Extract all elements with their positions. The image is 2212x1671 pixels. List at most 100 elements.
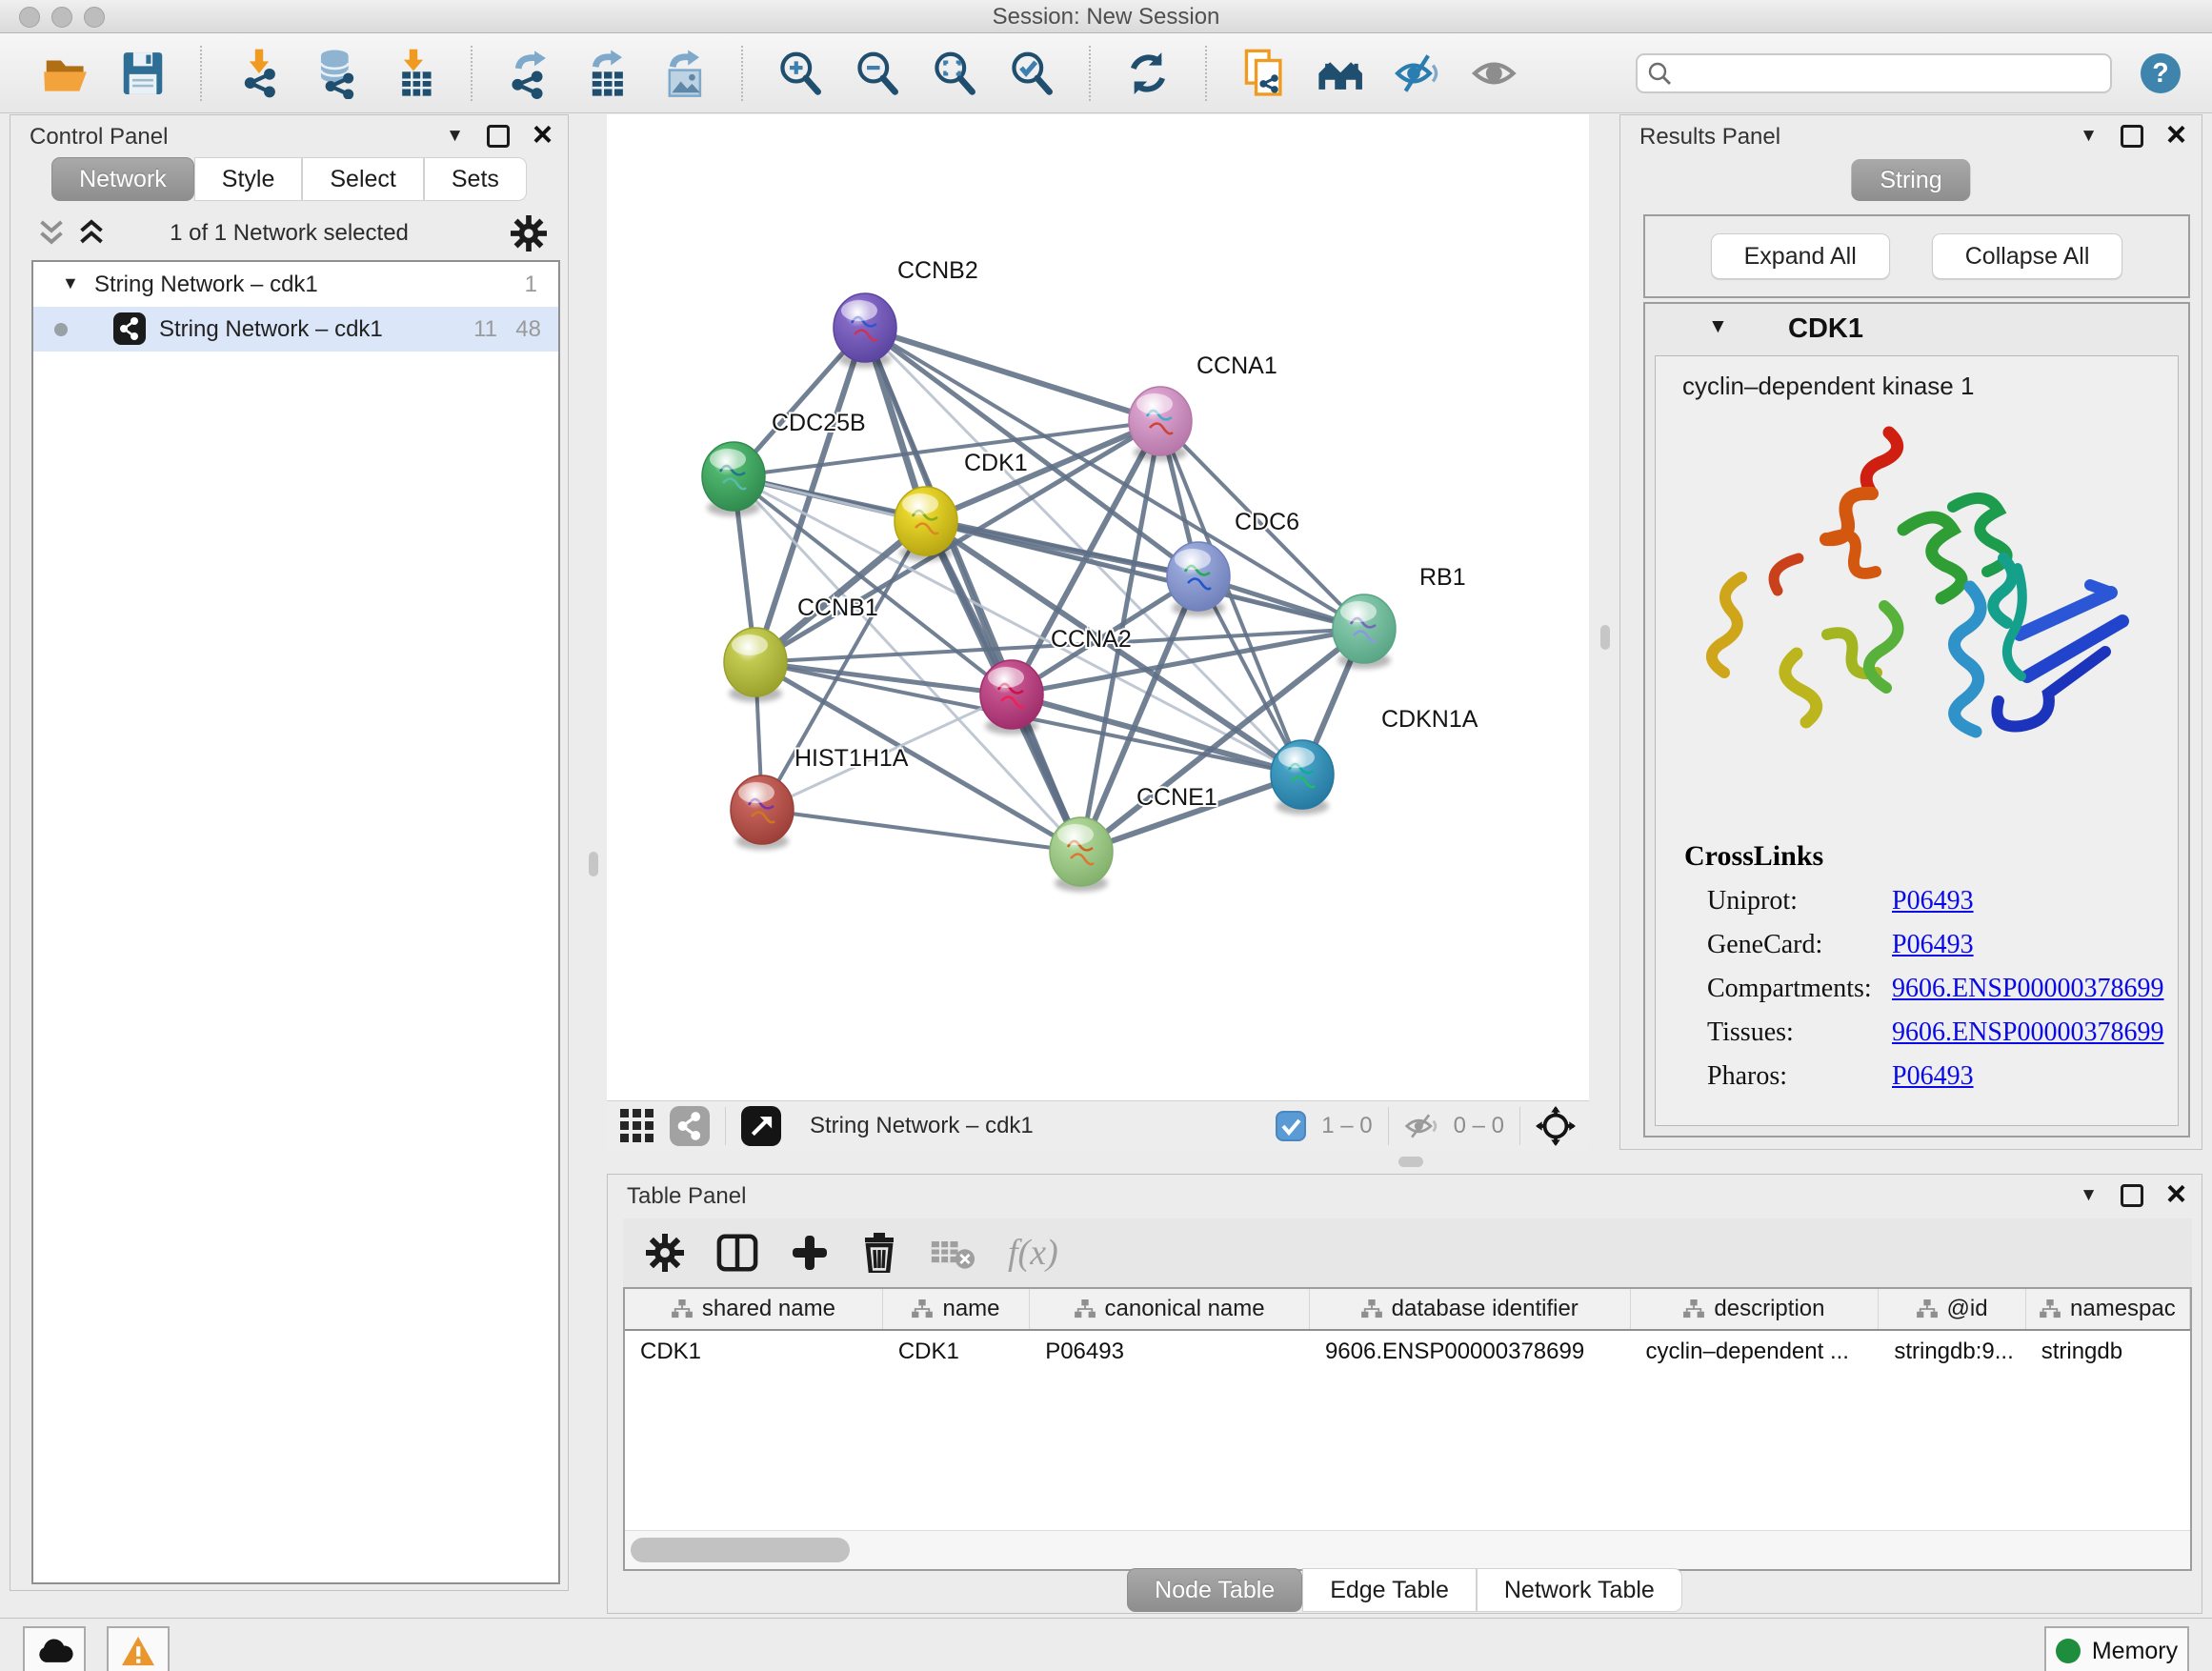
control-panel-float-icon[interactable] (487, 125, 510, 148)
import-table-icon[interactable] (388, 48, 439, 99)
network-collection-row[interactable]: ▼ String Network – cdk1 1 (33, 262, 558, 307)
network-node-hist1h1a[interactable]: HIST1H1A (731, 745, 909, 850)
collapse-all-button[interactable]: Collapse All (1932, 233, 2123, 279)
tab-node-table[interactable]: Node Table (1127, 1568, 1302, 1612)
hidden-eye-icon[interactable] (1404, 1112, 1438, 1140)
right-splitter-handle[interactable] (1600, 625, 1610, 650)
column-header[interactable]: namespac (2026, 1289, 2190, 1329)
selected-checkbox-icon[interactable] (1276, 1111, 1306, 1141)
table-cell[interactable]: cyclin–dependent ... (1630, 1331, 1879, 1373)
table-cell[interactable]: P06493 (1030, 1331, 1310, 1373)
network-canvas[interactable]: CCNB2CCNA1CDC25BCDK1CDC6RB1CCNB1CCNA2CDK… (607, 114, 1589, 1100)
results-panel-float-icon[interactable] (2121, 125, 2143, 148)
svg-text:?: ? (2152, 58, 2168, 89)
tab-string[interactable]: String (1851, 159, 1970, 201)
column-header[interactable]: shared name (625, 1289, 883, 1329)
network-row[interactable]: String Network – cdk1 11 48 (33, 307, 558, 352)
network-node-ccna1[interactable]: CCNA1 (1129, 352, 1277, 461)
expand-all-button[interactable]: Expand All (1711, 233, 1890, 279)
import-network-database-icon[interactable] (311, 48, 362, 99)
crosslink-row: Uniprot:P06493 (1684, 886, 1823, 930)
refresh-icon[interactable] (1122, 48, 1174, 99)
results-panel-close-icon[interactable]: × (2166, 124, 2186, 145)
help-icon[interactable]: ? (2138, 50, 2183, 96)
zoom-selected-icon[interactable] (1006, 48, 1057, 99)
export-image-icon[interactable] (658, 48, 710, 99)
export-table-icon[interactable] (581, 48, 633, 99)
network-view-type-icon[interactable] (670, 1106, 710, 1146)
tab-select[interactable]: Select (302, 157, 423, 201)
column-header[interactable]: description (1631, 1289, 1880, 1329)
crosslink-link[interactable]: 9606.ENSP00000378699 (1892, 1017, 2163, 1048)
table-cell[interactable]: stringdb:9... (1879, 1331, 2025, 1373)
table-panel-float-icon[interactable] (2121, 1184, 2143, 1207)
show-columns-icon[interactable] (716, 1234, 758, 1272)
table-cell[interactable]: 9606.ENSP00000378699 (1310, 1331, 1631, 1373)
home-icon[interactable] (1316, 48, 1367, 99)
left-splitter-handle[interactable] (589, 852, 598, 876)
tab-network-table[interactable]: Network Table (1477, 1568, 1682, 1612)
table-settings-gear-icon[interactable] (646, 1234, 684, 1272)
crosslink-link[interactable]: P06493 (1892, 886, 1974, 916)
warnings-button[interactable] (107, 1626, 170, 1671)
network-node-ccne1[interactable]: CCNE1 (1050, 784, 1217, 892)
duplicate-network-icon[interactable] (1238, 48, 1290, 99)
save-session-icon[interactable] (117, 48, 169, 99)
table-cell[interactable]: stringdb (2026, 1331, 2190, 1373)
column-header[interactable]: @id (1879, 1289, 2025, 1329)
control-panel-close-icon[interactable]: × (533, 124, 553, 145)
tab-sets[interactable]: Sets (424, 157, 527, 201)
scrollbar-thumb[interactable] (631, 1538, 850, 1562)
delete-column-icon[interactable] (861, 1233, 897, 1273)
hide-panels-icon[interactable] (1393, 48, 1444, 99)
results-panel-collapse-icon[interactable]: ▼ (2080, 127, 2098, 146)
cloud-button[interactable] (23, 1626, 86, 1671)
table-cell[interactable]: CDK1 (625, 1331, 883, 1373)
table-panel-close-icon[interactable]: × (2166, 1183, 2186, 1204)
network-graph[interactable]: CCNB2CCNA1CDC25BCDK1CDC6RB1CCNB1CCNA2CDK… (607, 114, 1589, 1100)
export-network-icon[interactable] (504, 48, 555, 99)
tab-edge-table[interactable]: Edge Table (1302, 1568, 1477, 1612)
table-cell[interactable]: CDK1 (883, 1331, 1030, 1373)
search-input[interactable] (1679, 59, 2101, 88)
search-box[interactable] (1636, 53, 2112, 93)
zoom-in-icon[interactable] (774, 48, 826, 99)
node-label: HIST1H1A (794, 745, 909, 772)
delete-table-icon[interactable] (930, 1236, 975, 1270)
memory-button[interactable]: Memory (2044, 1626, 2189, 1671)
birdseye-navigator-icon[interactable] (1536, 1106, 1576, 1146)
network-edge[interactable] (762, 810, 1081, 852)
bottom-splitter-handle[interactable] (1398, 1157, 1423, 1167)
detach-view-icon[interactable] (741, 1106, 781, 1146)
gene-expand-icon[interactable]: ▼ (1708, 315, 1728, 338)
column-header[interactable]: name (883, 1289, 1030, 1329)
crosslink-link[interactable]: 9606.ENSP00000378699 (1892, 974, 2163, 1004)
crosslink-label: Pharos: (1707, 1061, 1787, 1092)
gene-header-row[interactable]: ▼ CDK1 (1645, 304, 2188, 353)
add-column-icon[interactable] (791, 1234, 829, 1272)
tab-network[interactable]: Network (51, 157, 194, 201)
column-header[interactable]: database identifier (1310, 1289, 1631, 1329)
network-options-gear-icon[interactable] (511, 215, 547, 252)
control-panel-collapse-icon[interactable]: ▼ (446, 127, 464, 146)
collection-expand-icon[interactable]: ▼ (62, 273, 79, 293)
network-node-ccna2[interactable]: CCNA2 (980, 626, 1132, 735)
grid-view-icon[interactable] (620, 1109, 654, 1143)
network-node-rb1[interactable]: RB1 (1333, 564, 1466, 669)
import-network-file-icon[interactable] (233, 48, 285, 99)
tab-style[interactable]: Style (194, 157, 303, 201)
show-panels-icon[interactable] (1470, 48, 1521, 99)
column-header[interactable]: canonical name (1030, 1289, 1310, 1329)
function-builder-icon[interactable]: f(x) (1008, 1232, 1058, 1274)
crosslink-link[interactable]: P06493 (1892, 1061, 1974, 1092)
table-horizontal-scrollbar[interactable] (625, 1530, 2190, 1569)
open-session-icon[interactable] (40, 48, 91, 99)
network-edge[interactable] (1012, 695, 1302, 775)
table-panel-collapse-icon[interactable]: ▼ (2080, 1186, 2098, 1205)
zoom-fit-icon[interactable] (929, 48, 980, 99)
network-node-cdkn1a[interactable]: CDKN1A (1271, 706, 1478, 815)
crosslink-link[interactable]: P06493 (1892, 930, 1974, 960)
zoom-out-icon[interactable] (852, 48, 903, 99)
network-edge[interactable] (1081, 629, 1364, 852)
table-row[interactable]: CDK1CDK1P064939606.ENSP00000378699cyclin… (625, 1331, 2190, 1373)
